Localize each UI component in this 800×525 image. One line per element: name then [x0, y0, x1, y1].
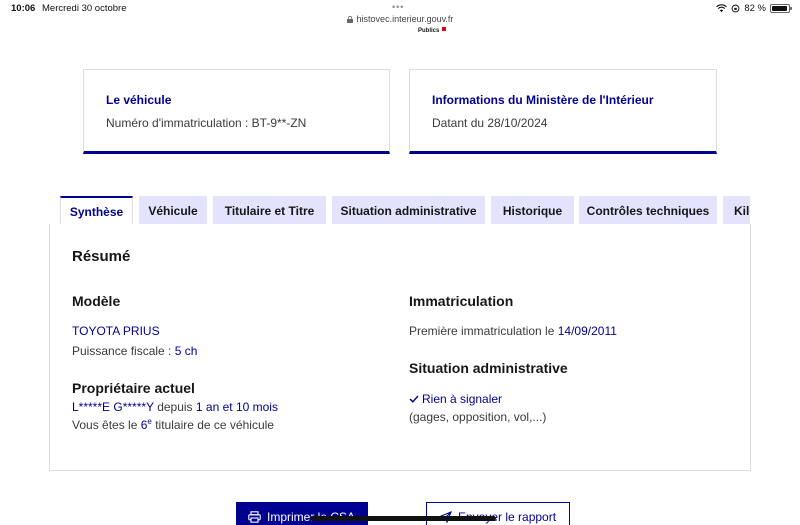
lock-icon	[346, 16, 353, 23]
battery-icon	[770, 4, 792, 13]
tab-titulaire-et-titre[interactable]: Titulaire et Titre	[213, 196, 326, 225]
site-logo[interactable]: Publics	[418, 27, 447, 34]
battery-percent: 82 %	[744, 3, 766, 14]
tab-synthese[interactable]: Synthèse	[60, 196, 133, 225]
owner-rank: Vous êtes le 6e titulaire de ce véhicule	[72, 417, 274, 432]
status-bar: 10:06 Mercredi 30 octobre ••• histovec.i…	[0, 0, 800, 30]
page-title: Résumé	[72, 248, 131, 265]
data-date: Datant du 28/10/2024	[432, 116, 548, 130]
url-text: histovec.interieur.gouv.fr	[356, 14, 454, 24]
check-icon	[409, 395, 419, 403]
first-registration: Première immatriculation le 14/09/2011	[409, 324, 617, 338]
date: Mercredi 30 octobre	[42, 3, 127, 14]
model-heading: Modèle	[72, 293, 121, 309]
owner-rank-rest: titulaire de ce véhicule	[155, 418, 274, 432]
first-registration-date: 14/09/2011	[557, 324, 617, 338]
ministry-card: Informations du Ministère de l'Intérieur…	[409, 69, 717, 154]
owner-since-label: depuis	[157, 400, 193, 414]
registration-heading: Immatriculation	[409, 293, 514, 309]
tab-vehicule[interactable]: Véhicule	[139, 196, 207, 225]
tab-historique[interactable]: Historique	[491, 196, 574, 225]
owner-rank-number: 6e	[140, 417, 152, 432]
first-registration-label: Première immatriculation le	[409, 324, 555, 338]
owner-line: L*****E G*****Y depuis 1 an et 10 mois	[72, 400, 278, 414]
admin-detail: (gages, opposition, vol,...)	[409, 410, 547, 424]
tab-kilometrage[interactable]: Kilo	[723, 196, 750, 225]
admin-heading: Situation administrative	[409, 360, 568, 376]
owner-since-value: 1 an et 10 mois	[195, 400, 278, 414]
system-indicators: 82 %	[716, 3, 792, 14]
printer-icon	[248, 511, 261, 523]
synthese-panel: Résumé Modèle TOYOTA PRIUS Puissance fis…	[49, 224, 751, 471]
send-report-button[interactable]: Envoyer le rapport	[426, 502, 570, 525]
ministry-card-title: Informations du Ministère de l'Intérieur	[432, 93, 654, 107]
owner-rank-prefix: Vous êtes le	[72, 418, 138, 432]
clock: 10:06	[11, 3, 36, 14]
fiscal-power-value: 5 ch	[174, 344, 198, 358]
fiscal-power: Puissance fiscale : 5 ch	[72, 344, 197, 358]
multitasking-dots-icon[interactable]: •••	[392, 2, 404, 12]
vehicle-card-title: Le véhicule	[106, 93, 172, 107]
print-csa-button[interactable]: Imprimer le CSA	[236, 502, 368, 525]
owner-heading: Propriétaire actuel	[72, 380, 195, 396]
owner-name: L*****E G*****Y	[72, 400, 154, 414]
address-bar[interactable]: histovec.interieur.gouv.fr	[0, 14, 800, 24]
flag-mark	[442, 27, 447, 31]
tab-situation-administrative[interactable]: Situation administrative	[332, 196, 485, 225]
home-indicator[interactable]	[310, 516, 496, 521]
vehicle-card: Le véhicule Numéro d'immatriculation : B…	[83, 69, 390, 154]
tab-controles-techniques[interactable]: Contrôles techniques	[579, 196, 717, 225]
wifi-icon	[716, 4, 728, 13]
admin-status: Rien à signaler	[409, 392, 502, 406]
registration-number: Numéro d'immatriculation : BT-9**-ZN	[106, 116, 307, 130]
orientation-lock-icon	[731, 4, 740, 13]
tab-bar: Synthèse Véhicule Titulaire et Titre Sit…	[60, 196, 750, 225]
fiscal-power-label: Puissance fiscale :	[72, 344, 172, 358]
model-name: TOYOTA PRIUS	[72, 324, 160, 338]
admin-status-text: Rien à signaler	[422, 392, 503, 406]
